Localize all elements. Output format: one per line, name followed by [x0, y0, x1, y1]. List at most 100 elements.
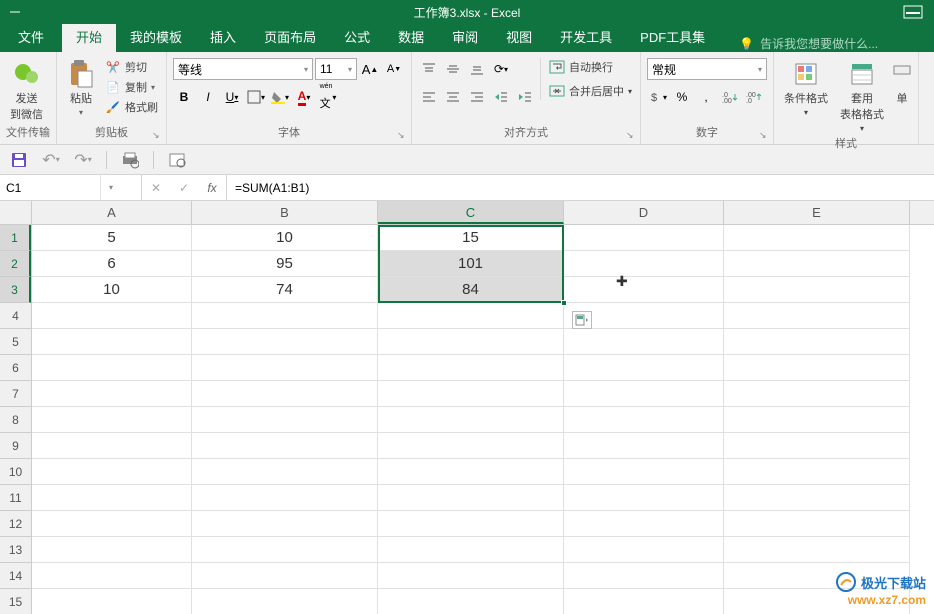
comma-button[interactable]: ,: [695, 86, 717, 108]
font-size-combo[interactable]: 11▾: [315, 58, 357, 80]
cell-B3[interactable]: 74: [192, 277, 378, 303]
tab-formulas[interactable]: 公式: [330, 21, 384, 52]
cell-A8[interactable]: [32, 407, 192, 433]
cell-B11[interactable]: [192, 485, 378, 511]
align-right-button[interactable]: [466, 86, 488, 108]
merge-center-button[interactable]: 合并后居中▾: [547, 82, 634, 100]
cell-E14[interactable]: [724, 563, 910, 589]
wrap-text-button[interactable]: 自动换行: [547, 58, 634, 76]
cell-D3[interactable]: [564, 277, 724, 303]
cell-A9[interactable]: [32, 433, 192, 459]
fill-handle[interactable]: [561, 300, 567, 306]
cell-D10[interactable]: [564, 459, 724, 485]
cell-C9[interactable]: [378, 433, 564, 459]
grow-font-button[interactable]: A▲: [359, 58, 381, 80]
align-middle-button[interactable]: [442, 58, 464, 80]
cut-button[interactable]: ✂️剪切: [103, 58, 160, 76]
cell-B6[interactable]: [192, 355, 378, 381]
cell-E4[interactable]: [724, 303, 910, 329]
row-header-1[interactable]: 1: [0, 225, 31, 251]
cell-D6[interactable]: [564, 355, 724, 381]
confirm-edit-button[interactable]: ✓: [170, 175, 198, 200]
cell-D15[interactable]: [564, 589, 724, 614]
select-all-button[interactable]: [0, 201, 32, 225]
tab-layout[interactable]: 页面布局: [250, 21, 330, 52]
tab-home[interactable]: 开始: [62, 21, 116, 52]
row-header-6[interactable]: 6: [0, 355, 31, 381]
cell-C14[interactable]: [378, 563, 564, 589]
redo-button[interactable]: ↷▾: [74, 151, 92, 169]
fullscreen-preview-button[interactable]: [168, 151, 186, 169]
cell-B1[interactable]: 10: [192, 225, 378, 251]
cell-B10[interactable]: [192, 459, 378, 485]
cell-C1[interactable]: 15: [378, 225, 564, 251]
tab-file[interactable]: 文件: [0, 21, 62, 52]
increase-indent-button[interactable]: [514, 86, 536, 108]
row-header-11[interactable]: 11: [0, 485, 31, 511]
shrink-font-button[interactable]: A▼: [383, 58, 405, 80]
cell-C12[interactable]: [378, 511, 564, 537]
cell-C6[interactable]: [378, 355, 564, 381]
row-header-4[interactable]: 4: [0, 303, 31, 329]
name-box-input[interactable]: [0, 181, 100, 195]
orientation-button[interactable]: ⟳▾: [490, 58, 512, 80]
cell-E11[interactable]: [724, 485, 910, 511]
cell-B15[interactable]: [192, 589, 378, 614]
number-format-combo[interactable]: 常规▾: [647, 58, 767, 80]
cell-B12[interactable]: [192, 511, 378, 537]
align-top-button[interactable]: [418, 58, 440, 80]
cell-E13[interactable]: [724, 537, 910, 563]
underline-button[interactable]: U▾: [221, 86, 243, 108]
tell-me-search[interactable]: 💡 告诉我您想要做什么...: [739, 35, 878, 52]
cell-E5[interactable]: [724, 329, 910, 355]
percent-button[interactable]: %: [671, 86, 693, 108]
tab-insert[interactable]: 插入: [196, 21, 250, 52]
row-header-9[interactable]: 9: [0, 433, 31, 459]
cell-D2[interactable]: [564, 251, 724, 277]
decrease-indent-button[interactable]: [490, 86, 512, 108]
send-to-wechat-button[interactable]: 发送 到微信: [6, 58, 47, 124]
decrease-decimal-button[interactable]: .00.0: [743, 86, 765, 108]
clipboard-launcher[interactable]: ↘: [152, 130, 164, 142]
tab-pdf[interactable]: PDF工具集: [626, 21, 719, 52]
format-painter-button[interactable]: 🖌️格式刷: [103, 98, 160, 116]
cell-B13[interactable]: [192, 537, 378, 563]
cell-D8[interactable]: [564, 407, 724, 433]
row-header-14[interactable]: 14: [0, 563, 31, 589]
cell-D14[interactable]: [564, 563, 724, 589]
row-header-3[interactable]: 3: [0, 277, 31, 303]
tab-templates[interactable]: 我的模板: [116, 21, 196, 52]
cell-style-button[interactable]: 单: [892, 58, 912, 108]
tab-data[interactable]: 数据: [384, 21, 438, 52]
cell-A7[interactable]: [32, 381, 192, 407]
cell-D12[interactable]: [564, 511, 724, 537]
row-header-7[interactable]: 7: [0, 381, 31, 407]
cell-B2[interactable]: 95: [192, 251, 378, 277]
cell-C3[interactable]: 84: [378, 277, 564, 303]
currency-button[interactable]: $▾: [647, 86, 669, 108]
name-box-dropdown[interactable]: ▾: [100, 175, 121, 200]
cell-C7[interactable]: [378, 381, 564, 407]
cell-A6[interactable]: [32, 355, 192, 381]
cell-C8[interactable]: [378, 407, 564, 433]
cell-D9[interactable]: [564, 433, 724, 459]
cell-C2[interactable]: 101: [378, 251, 564, 277]
number-launcher[interactable]: ↘: [759, 130, 771, 142]
cell-E3[interactable]: [724, 277, 910, 303]
cell-E2[interactable]: [724, 251, 910, 277]
align-left-button[interactable]: [418, 86, 440, 108]
row-header-13[interactable]: 13: [0, 537, 31, 563]
cell-A15[interactable]: [32, 589, 192, 614]
col-header-E[interactable]: E: [724, 201, 910, 224]
cell-E1[interactable]: [724, 225, 910, 251]
cell-D5[interactable]: [564, 329, 724, 355]
cell-A3[interactable]: 10: [32, 277, 192, 303]
cell-E10[interactable]: [724, 459, 910, 485]
tab-review[interactable]: 审阅: [438, 21, 492, 52]
cell-B9[interactable]: [192, 433, 378, 459]
cell-C10[interactable]: [378, 459, 564, 485]
row-header-2[interactable]: 2: [0, 251, 31, 277]
autofill-options-button[interactable]: [572, 311, 592, 329]
font-launcher[interactable]: ↘: [397, 130, 409, 142]
font-name-combo[interactable]: 等线▾: [173, 58, 313, 80]
